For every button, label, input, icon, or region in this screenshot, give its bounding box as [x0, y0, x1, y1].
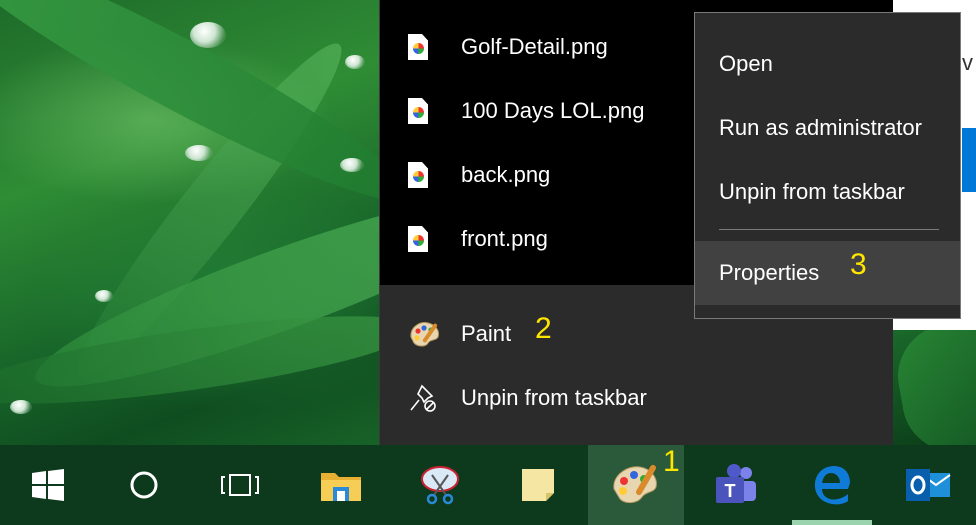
outlook-button[interactable] [880, 445, 976, 525]
jumplist-unpin-label: Unpin from taskbar [461, 385, 647, 410]
folder-icon [321, 473, 361, 501]
cortana-circle-icon [130, 471, 158, 499]
context-run-as-administrator[interactable]: Run as administrator [695, 96, 960, 160]
paint-icon [408, 319, 448, 349]
context-menu: Open Run as administrator Unpin from tas… [694, 12, 961, 319]
step-number-3: 3 [850, 248, 867, 281]
unpin-icon [408, 382, 448, 414]
teams-icon: T [716, 464, 756, 503]
context-properties[interactable]: Properties [695, 241, 960, 305]
step-number-2: 2 [535, 312, 552, 345]
water-drop [10, 400, 32, 414]
snipping-tool-button[interactable] [392, 445, 488, 525]
paint-icon [613, 464, 657, 504]
windows-logo-icon [32, 469, 64, 501]
search-button[interactable] [96, 445, 192, 525]
file-explorer-button[interactable] [293, 445, 389, 525]
water-drop [185, 145, 213, 161]
png-file-icon [408, 98, 448, 124]
context-open[interactable]: Open [695, 32, 960, 96]
svg-text:T: T [725, 481, 736, 501]
png-file-icon [408, 226, 448, 252]
water-drop [190, 22, 226, 48]
sticky-note-icon [522, 469, 554, 501]
png-file-icon [408, 34, 448, 60]
jumplist-unpin-item[interactable]: Unpin from taskbar [380, 366, 893, 430]
recent-file-label: 100 Days LOL.png [461, 98, 645, 123]
recent-file-label: Golf-Detail.png [461, 34, 608, 59]
recent-file-label: front.png [461, 226, 548, 251]
water-drop [340, 158, 364, 172]
task-view-button[interactable] [192, 445, 288, 525]
taskbar: 1 T [0, 445, 976, 525]
teams-button[interactable]: T [688, 445, 784, 525]
background-window-accent [962, 128, 976, 192]
sticky-notes-button[interactable] [490, 445, 586, 525]
png-file-icon [408, 162, 448, 188]
scissors-icon [421, 466, 459, 505]
water-drop [345, 55, 365, 69]
outlook-icon [906, 469, 951, 501]
step-number-1: 1 [663, 445, 680, 478]
background-window-text: v [962, 50, 973, 75]
start-button[interactable] [0, 445, 96, 525]
context-unpin-from-taskbar[interactable]: Unpin from taskbar [695, 160, 960, 224]
recent-file-label: back.png [461, 162, 551, 187]
jumplist-paint-label: Paint [461, 321, 512, 346]
context-menu-separator [719, 229, 939, 230]
edge-running-indicator [792, 520, 872, 525]
task-view-icon [221, 474, 259, 496]
edge-button[interactable] [784, 445, 880, 525]
water-drop [95, 290, 113, 302]
edge-icon [814, 466, 850, 505]
